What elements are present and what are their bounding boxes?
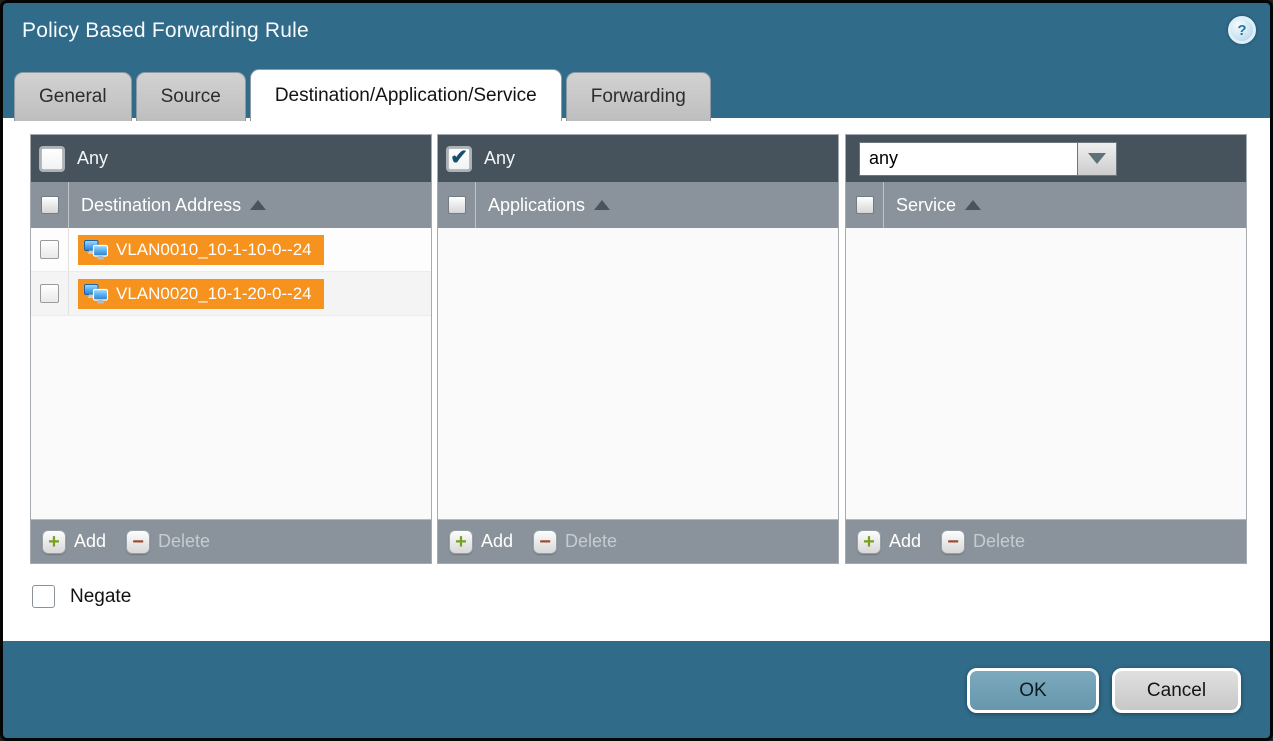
tab-bar: General Source Destination/Application/S… [14, 69, 711, 121]
service-footer: + Add − Delete [846, 519, 1246, 563]
row-checkbox[interactable] [40, 240, 59, 259]
destination-list: VLAN0010_10-1-10-0--24 VLAN0020_10-1-20-… [31, 228, 431, 519]
dialog-title: Policy Based Forwarding Rule [22, 19, 309, 43]
tab-source[interactable]: Source [136, 72, 246, 121]
applications-any-checkbox[interactable] [448, 148, 470, 170]
row-checkbox[interactable] [40, 284, 59, 303]
service-dropdown [859, 142, 1117, 176]
applications-select-all-checkbox[interactable] [448, 196, 466, 214]
negate-checkbox[interactable] [32, 585, 55, 608]
add-button[interactable]: + Add [857, 530, 921, 554]
sort-asc-icon [965, 200, 981, 210]
applications-list [438, 228, 838, 519]
applications-header-label[interactable]: Applications [488, 195, 610, 216]
destination-footer: + Add − Delete [31, 519, 431, 563]
delete-button[interactable]: − Delete [941, 530, 1025, 554]
service-select-all-checkbox[interactable] [856, 196, 874, 214]
help-glyph: ? [1237, 22, 1246, 39]
tab-general[interactable]: General [14, 72, 132, 121]
service-list [846, 228, 1246, 519]
add-button[interactable]: + Add [42, 530, 106, 554]
address-object-label: VLAN0010_10-1-10-0--24 [116, 240, 312, 260]
network-address-icon [83, 283, 109, 305]
tab-content-panel: Any Destination Address [3, 118, 1270, 641]
address-object-tag: VLAN0020_10-1-20-0--24 [78, 279, 324, 309]
cancel-button[interactable]: Cancel [1112, 668, 1241, 713]
list-item[interactable]: VLAN0020_10-1-20-0--24 [31, 272, 431, 316]
applications-any-label: Any [484, 148, 515, 169]
list-item[interactable]: VLAN0010_10-1-10-0--24 [31, 228, 431, 272]
destination-any-checkbox[interactable] [41, 148, 63, 170]
chevron-down-icon [1088, 153, 1106, 164]
destination-any-bar: Any [31, 135, 431, 182]
add-icon: + [449, 530, 473, 554]
service-panel: Service + Add − Delete [845, 134, 1247, 564]
add-icon: + [42, 530, 66, 554]
service-dropdown-bar [846, 135, 1246, 182]
service-dropdown-input[interactable] [859, 142, 1078, 176]
address-object-tag: VLAN0010_10-1-10-0--24 [78, 235, 324, 265]
applications-panel: Any Applications + Add − Delete [437, 134, 839, 564]
applications-footer: + Add − Delete [438, 519, 838, 563]
service-header-label[interactable]: Service [896, 195, 981, 216]
destination-select-all-checkbox[interactable] [41, 196, 59, 214]
network-address-icon [83, 239, 109, 261]
delete-icon: − [941, 530, 965, 554]
destination-header-label[interactable]: Destination Address [81, 195, 266, 216]
delete-icon: − [533, 530, 557, 554]
negate-row: Negate [32, 585, 131, 608]
add-icon: + [857, 530, 881, 554]
delete-button[interactable]: − Delete [126, 530, 210, 554]
policy-forwarding-dialog: Policy Based Forwarding Rule ? General S… [0, 0, 1273, 741]
address-object-label: VLAN0020_10-1-20-0--24 [116, 284, 312, 304]
destination-any-label: Any [77, 148, 108, 169]
tab-destination-application-service[interactable]: Destination/Application/Service [250, 69, 562, 121]
destination-address-panel: Any Destination Address [30, 134, 432, 564]
applications-any-bar: Any [438, 135, 838, 182]
delete-button[interactable]: − Delete [533, 530, 617, 554]
tab-forwarding[interactable]: Forwarding [566, 72, 711, 121]
applications-column-header: Applications [438, 182, 838, 228]
ok-button[interactable]: OK [967, 668, 1099, 713]
delete-icon: − [126, 530, 150, 554]
add-button[interactable]: + Add [449, 530, 513, 554]
service-column-header: Service [846, 182, 1246, 228]
service-dropdown-button[interactable] [1078, 142, 1117, 176]
negate-label: Negate [70, 586, 131, 608]
destination-column-header: Destination Address [31, 182, 431, 228]
sort-asc-icon [594, 200, 610, 210]
sort-asc-icon [250, 200, 266, 210]
help-icon[interactable]: ? [1228, 16, 1256, 44]
